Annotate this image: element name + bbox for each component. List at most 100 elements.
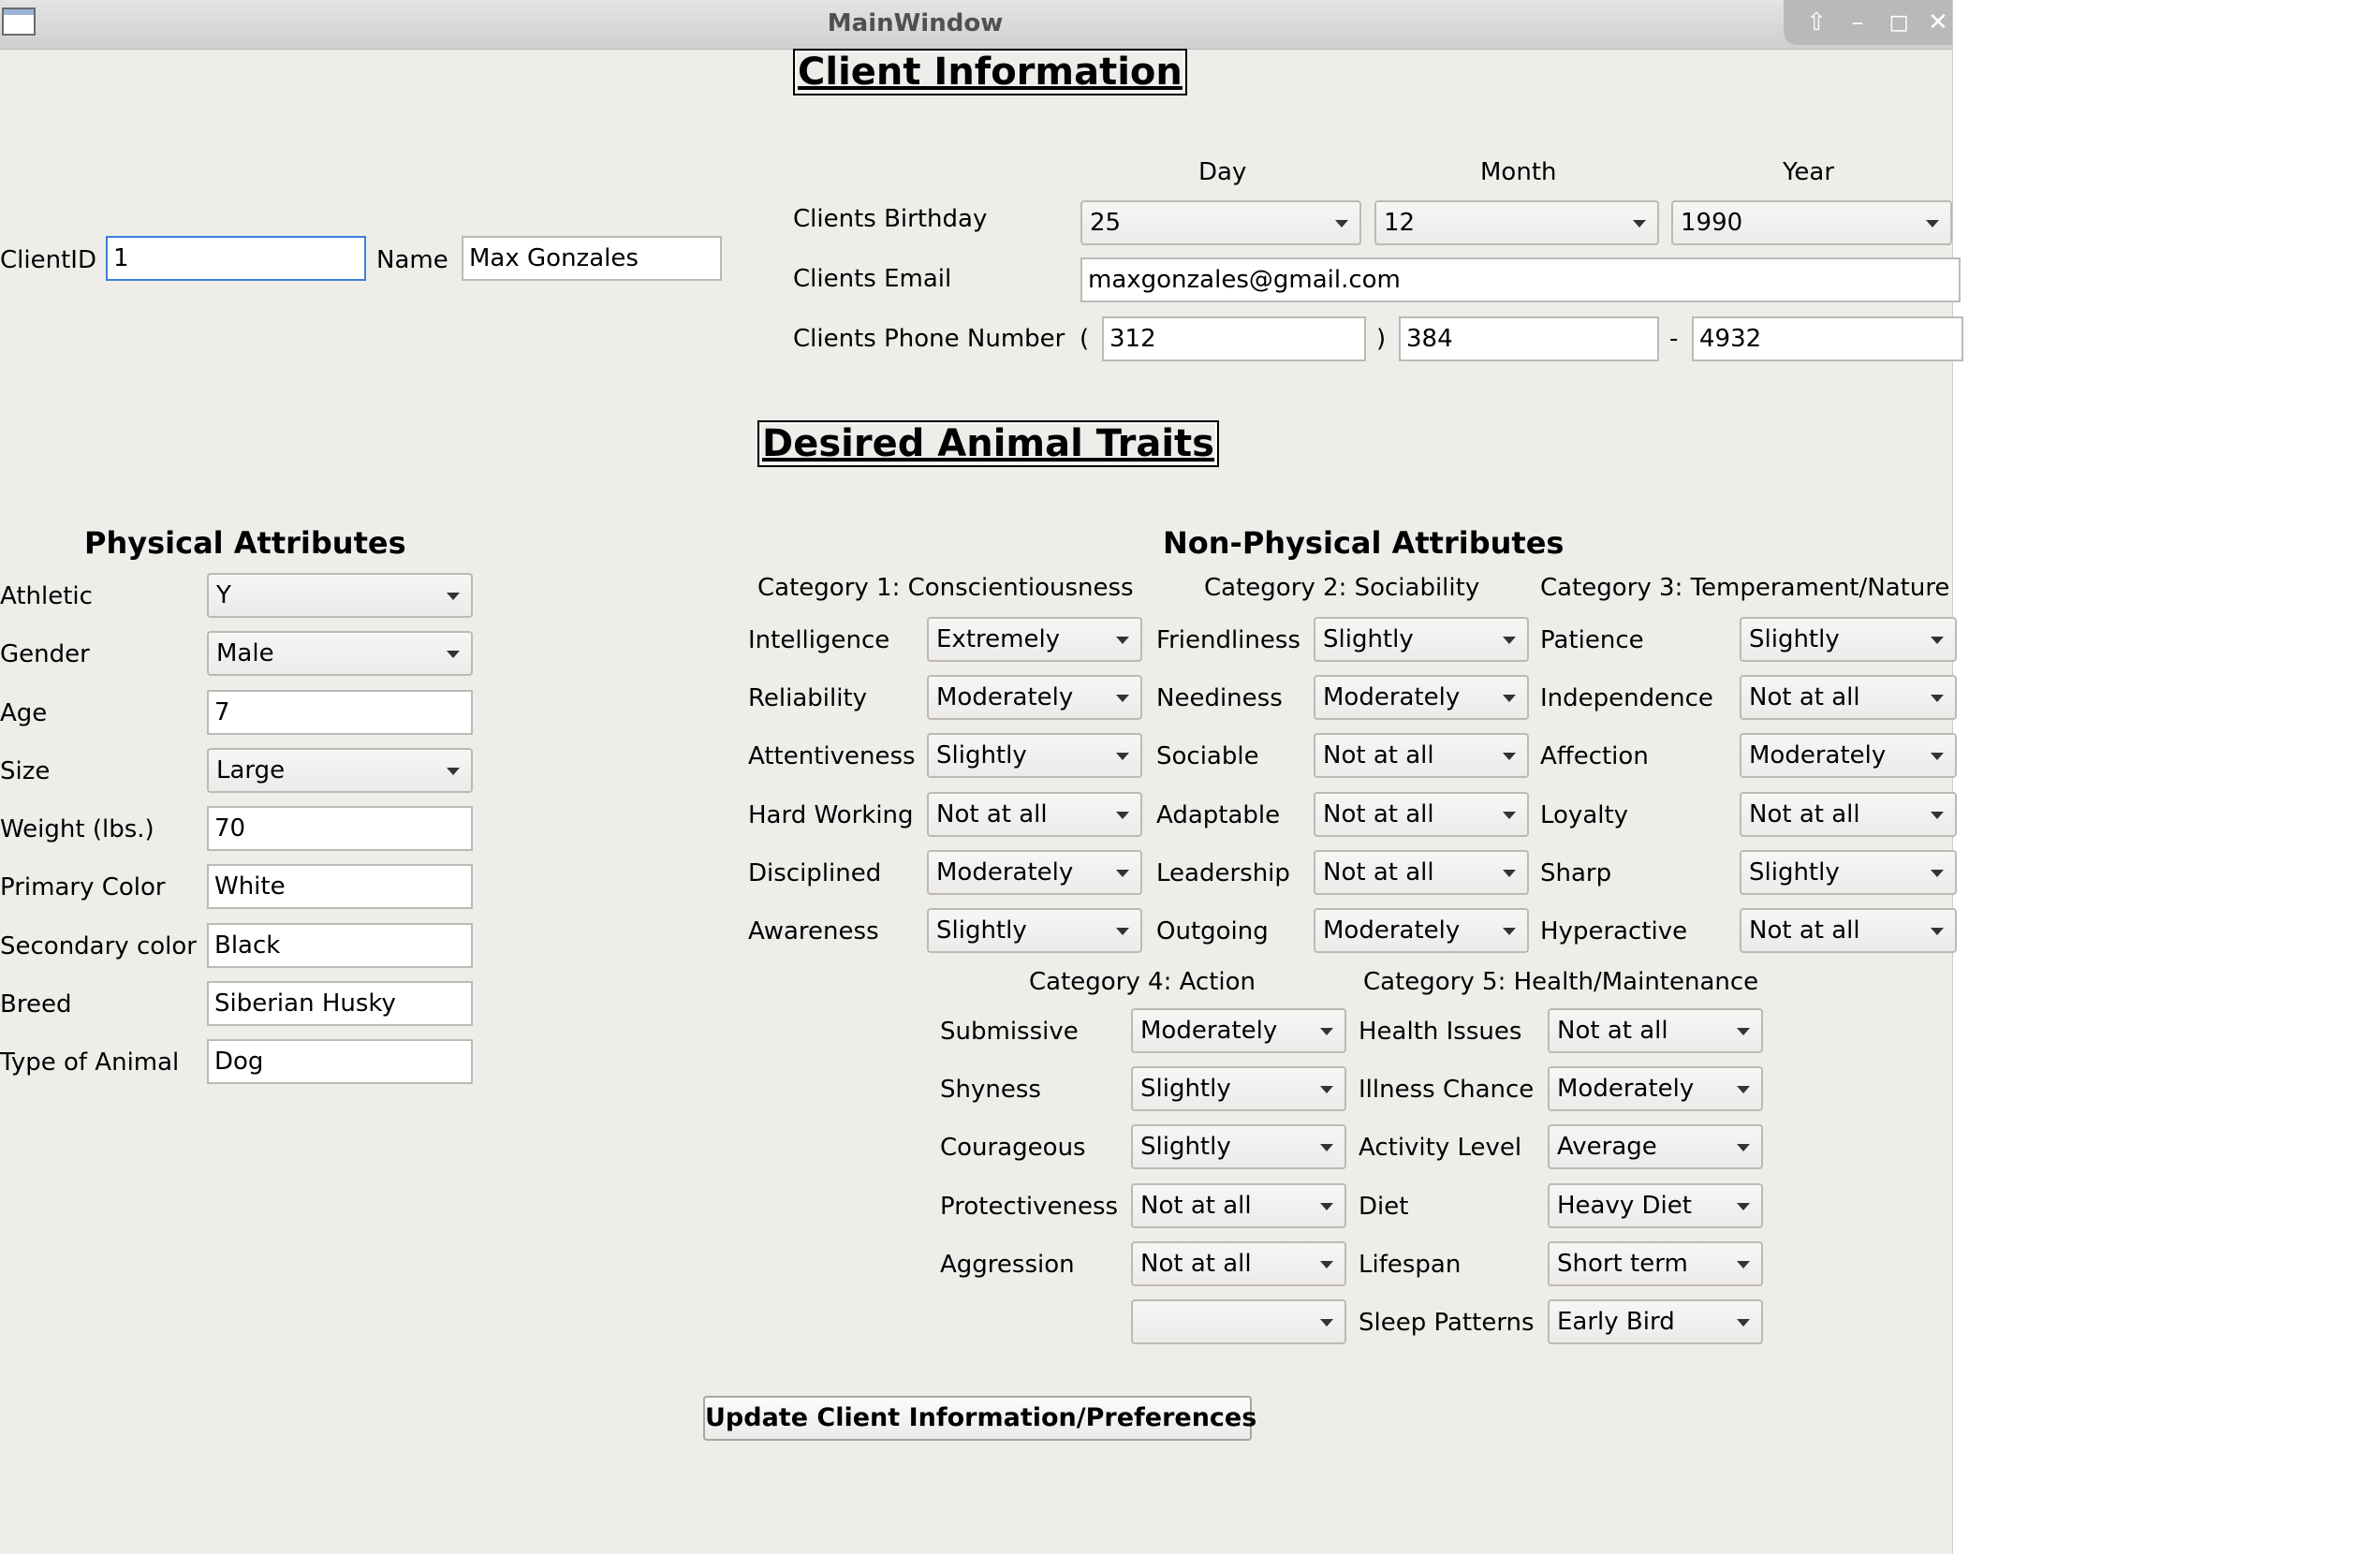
physical-attributes-title: Physical Attributes	[84, 525, 406, 561]
physical-secondary-color-input[interactable]: Black	[207, 922, 473, 968]
cat5-label-health-issues: Health Issues	[1359, 1018, 1522, 1046]
dropdown-arrow-icon	[1320, 1028, 1333, 1035]
physical-primary-color-input[interactable]: White	[207, 864, 473, 910]
physical-label-secondary-color: Secondary color	[0, 931, 197, 960]
dropdown-arrow-icon	[1116, 695, 1129, 703]
cat4-courageous-select-value: Slightly	[1140, 1133, 1231, 1162]
cat5-label-diet: Diet	[1359, 1192, 1409, 1221]
dropdown-arrow-icon	[1737, 1028, 1750, 1035]
email-input[interactable]: maxgonzales@gmail.com	[1080, 257, 1961, 302]
cat1-awareness-select[interactable]: Slightly	[927, 908, 1142, 953]
name-input[interactable]: Max Gonzales	[462, 236, 722, 281]
cat1-attentiveness-select[interactable]: Slightly	[927, 733, 1142, 779]
dropdown-arrow-icon	[1116, 811, 1129, 819]
cat5-sleep-patterns-select[interactable]: Early Bird	[1548, 1299, 1763, 1344]
physical-athletic-select[interactable]: Y	[207, 573, 473, 618]
dropdown-arrow-icon	[1931, 637, 1944, 644]
phone-area-code-input[interactable]: 312	[1102, 316, 1366, 361]
cat4-shyness-select-value: Slightly	[1140, 1075, 1231, 1104]
cat1-intelligence-select[interactable]: Extremely	[927, 617, 1142, 662]
physical-gender-select[interactable]: Male	[207, 631, 473, 677]
cat5-health-issues-select[interactable]: Not at all	[1548, 1008, 1763, 1053]
dropdown-arrow-icon	[1320, 1319, 1333, 1327]
phone-prefix-input[interactable]: 384	[1399, 316, 1659, 361]
cat1-reliability-select[interactable]: Moderately	[927, 675, 1142, 721]
cat4-protectiveness-select-value: Not at all	[1140, 1191, 1252, 1220]
cat5-label-lifespan: Lifespan	[1359, 1250, 1462, 1279]
close-icon[interactable]: ✕	[1922, 7, 1954, 37]
dropdown-arrow-icon	[1116, 753, 1129, 761]
cat3-label-affection: Affection	[1540, 742, 1649, 771]
physical-label-gender: Gender	[0, 640, 90, 669]
window-controls: ⇧ – ◻ ✕	[1784, 0, 1952, 45]
dropdown-arrow-icon	[1737, 1202, 1750, 1210]
cat3-sharp-select[interactable]: Slightly	[1740, 849, 1957, 895]
cat3-label-hyperactive: Hyperactive	[1540, 917, 1688, 946]
cat4-courageous-select[interactable]: Slightly	[1131, 1124, 1346, 1170]
cat4-aggression-select-value: Not at all	[1140, 1249, 1252, 1278]
cat4-submissive-select-value: Moderately	[1140, 1017, 1278, 1045]
physical-athletic-select-value: Y	[216, 581, 231, 609]
cat2-label-sociable: Sociable	[1156, 742, 1259, 771]
cat5-lifespan-select[interactable]: Short term	[1548, 1240, 1763, 1286]
cat5-illness-chance-select[interactable]: Moderately	[1548, 1066, 1763, 1112]
physical-breed-input[interactable]: Siberian Husky	[207, 980, 473, 1026]
cat4-shyness-select[interactable]: Slightly	[1131, 1066, 1346, 1112]
physical-label-age: Age	[0, 698, 48, 727]
birthday-day-select[interactable]: 25	[1080, 200, 1361, 245]
cat3-independence-select[interactable]: Not at all	[1740, 675, 1957, 721]
cat4-unlabeled-select[interactable]	[1131, 1299, 1346, 1344]
physical-label-type-of-animal: Type of Animal	[0, 1048, 180, 1077]
title-bar[interactable]: MainWindow ⇧ – ◻ ✕	[0, 0, 1952, 50]
cat1-hard-working-select[interactable]: Not at all	[927, 791, 1142, 837]
day-header: Day	[1198, 158, 1247, 186]
phone-line-input[interactable]: 4932	[1692, 316, 1963, 361]
keep-above-icon[interactable]: ⇧	[1800, 7, 1832, 37]
cat2-friendliness-select-value: Slightly	[1323, 625, 1414, 653]
cat2-neediness-select[interactable]: Moderately	[1314, 675, 1529, 721]
physical-gender-select-value: Male	[216, 639, 274, 668]
minimize-icon[interactable]: –	[1842, 7, 1873, 37]
cat5-diet-select[interactable]: Heavy Diet	[1548, 1182, 1763, 1228]
cat2-outgoing-select[interactable]: Moderately	[1314, 908, 1529, 953]
dropdown-arrow-icon	[1503, 753, 1516, 761]
cat5-label-sleep-patterns: Sleep Patterns	[1359, 1309, 1535, 1337]
cat1-attentiveness-select-value: Slightly	[936, 741, 1027, 770]
physical-age-input[interactable]: 7	[207, 689, 473, 735]
cat3-patience-select[interactable]: Slightly	[1740, 617, 1957, 662]
cat4-submissive-select[interactable]: Moderately	[1131, 1008, 1346, 1053]
cat4-aggression-select[interactable]: Not at all	[1131, 1240, 1346, 1286]
dropdown-arrow-icon	[1335, 220, 1348, 227]
cat5-activity-level-select-value: Average	[1557, 1133, 1657, 1162]
cat5-activity-level-select[interactable]: Average	[1548, 1124, 1763, 1170]
cat3-hyperactive-select-value: Not at all	[1749, 916, 1860, 945]
window-title: MainWindow	[827, 9, 1004, 37]
cat5-label-activity-level: Activity Level	[1359, 1134, 1522, 1163]
physical-type-of-animal-input[interactable]: Dog	[207, 1039, 473, 1084]
update-client-button[interactable]: Update Client Information/Preferences	[703, 1396, 1256, 1441]
cat2-adaptable-select[interactable]: Not at all	[1314, 791, 1529, 837]
cat2-sociable-select[interactable]: Not at all	[1314, 733, 1529, 779]
cat3-hyperactive-select[interactable]: Not at all	[1740, 908, 1957, 953]
birthday-month-select[interactable]: 12	[1374, 200, 1659, 245]
cat2-friendliness-select[interactable]: Slightly	[1314, 617, 1529, 662]
birthday-year-select[interactable]: 1990	[1671, 200, 1952, 245]
physical-size-select[interactable]: Large	[207, 747, 473, 793]
cat1-disciplined-select[interactable]: Moderately	[927, 849, 1142, 895]
physical-weight-lbs-input[interactable]: 70	[207, 806, 473, 851]
cat3-affection-select-value: Moderately	[1749, 741, 1887, 770]
cat4-protectiveness-select[interactable]: Not at all	[1131, 1182, 1346, 1228]
dropdown-arrow-icon	[1931, 811, 1944, 819]
dropdown-arrow-icon	[1931, 928, 1944, 935]
cat3-affection-select[interactable]: Moderately	[1740, 733, 1957, 779]
cat2-leadership-select[interactable]: Not at all	[1314, 849, 1529, 895]
cat1-label-attentiveness: Attentiveness	[748, 742, 916, 771]
dropdown-arrow-icon	[1737, 1260, 1750, 1268]
cat1-label-disciplined: Disciplined	[748, 858, 882, 887]
cat3-loyalty-select[interactable]: Not at all	[1740, 791, 1957, 837]
client-id-input[interactable]: 1	[106, 236, 366, 281]
dropdown-arrow-icon	[1503, 811, 1516, 819]
birthday-label: Clients Birthday	[793, 205, 988, 233]
cat5-sleep-patterns-select-value: Early Bird	[1557, 1308, 1675, 1336]
maximize-icon[interactable]: ◻	[1883, 7, 1915, 37]
